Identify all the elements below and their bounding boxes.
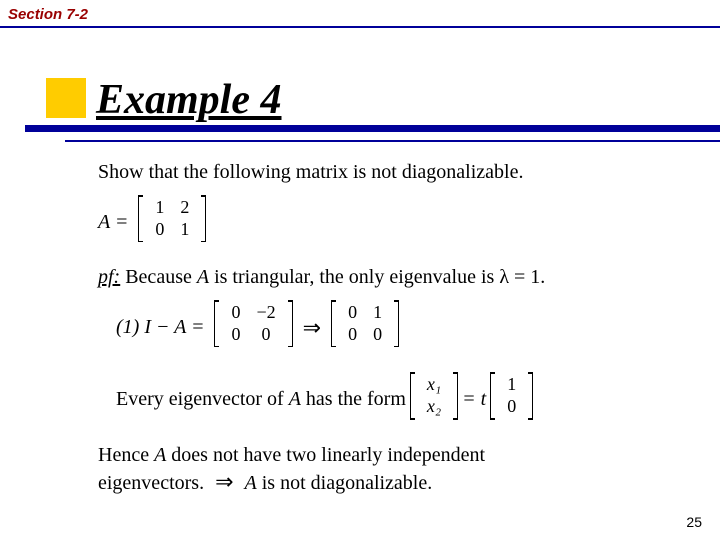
title-accent-square <box>46 78 86 118</box>
implies-arrow-icon: ⇒ <box>303 314 321 342</box>
pf-label: pf: <box>98 266 120 288</box>
matrix-I-minus-A: 0−2 00 <box>214 300 292 354</box>
title-underline-thick <box>25 125 720 132</box>
matrix-rref: 01 00 <box>331 300 399 354</box>
eigenvector-form: Every eigenvector of A has the form x₁ x… <box>116 370 678 428</box>
eigvec-text: Every eigenvector of A has the form <box>116 387 406 412</box>
x-vector: x₁ x₂ <box>410 372 458 426</box>
conclusion: Hence A does not have two linearly indep… <box>98 443 678 496</box>
slide-body: Show that the following matrix is not di… <box>98 160 678 504</box>
lambda-equals-1: λ = 1 <box>499 266 540 288</box>
I-minus-A-label: (1) I − A = <box>116 315 204 340</box>
equals-t: = t <box>462 387 486 412</box>
proof-line-1: pf: Because A is triangular, the only ei… <box>98 265 678 290</box>
matrix-A: 12 01 <box>138 195 206 249</box>
matrix-A-definition: A = 12 01 <box>98 193 678 251</box>
title-underline-thin <box>65 140 720 142</box>
intro-text: Show that the following matrix is not di… <box>98 160 678 185</box>
basis-vector: 1 0 <box>490 372 533 426</box>
slide-title: Example 4 <box>96 76 282 124</box>
A-label: A = <box>98 210 128 235</box>
eigen-computation: (1) I − A = 0−2 00 ⇒ 01 00 <box>116 298 678 356</box>
page-number: 25 <box>686 514 702 530</box>
section-rule <box>0 26 720 28</box>
section-label: Section 7-2 <box>8 6 88 23</box>
implies-arrow-icon: ⇒ <box>215 469 233 494</box>
